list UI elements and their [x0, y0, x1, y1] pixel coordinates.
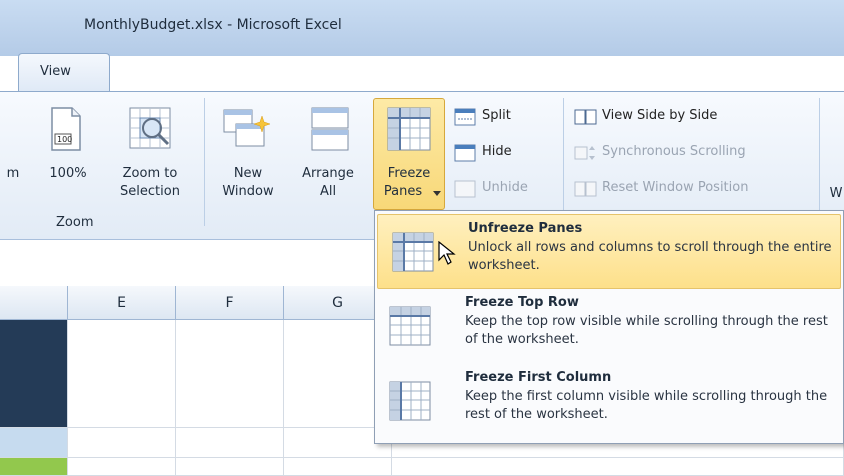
synchronous-scrolling-button: Synchronous Scrolling: [574, 144, 814, 164]
window-title: MonthlyBudget.xlsx - Microsoft Excel: [84, 17, 342, 33]
zoom-to-selection-icon: [129, 107, 171, 149]
split-button[interactable]: Split: [454, 108, 554, 128]
column-header-label: E: [117, 295, 126, 311]
menu-item-description: Keep the first column visible while scro…: [465, 389, 828, 422]
column-header-e[interactable]: E: [68, 286, 176, 320]
hide-icon: [454, 144, 476, 162]
cell-green[interactable]: [0, 458, 68, 476]
freeze-panes-icon: [387, 107, 431, 151]
arrange-all-icon: [311, 107, 349, 151]
new-window-icon: [223, 109, 270, 147]
split-label: Split: [482, 108, 511, 123]
cell-light-blue[interactable]: [0, 428, 68, 458]
arrange-all-label-1[interactable]: Arrange: [290, 166, 366, 182]
cell[interactable]: [284, 458, 392, 476]
column-header-f[interactable]: F: [176, 286, 284, 320]
title-bar: MonthlyBudget.xlsx - Microsoft Excel: [0, 0, 844, 56]
menu-item-title: Freeze First Column: [465, 370, 612, 385]
zoom-group-label: Zoom: [56, 215, 94, 230]
menu-item-title: Unfreeze Panes: [468, 221, 583, 236]
cell[interactable]: [68, 320, 176, 428]
cell[interactable]: [176, 428, 284, 458]
tab-view[interactable]: View: [18, 53, 110, 92]
hide-label: Hide: [482, 144, 512, 159]
zoom-100-button[interactable]: 100%: [48, 166, 88, 182]
freeze-panes-label-2: Panes: [383, 184, 423, 199]
zoom-to-selection-label-2[interactable]: Selection: [110, 184, 190, 200]
menu-item-title: Freeze Top Row: [465, 295, 579, 310]
cell[interactable]: [176, 458, 284, 476]
synchronous-scrolling-label: Synchronous Scrolling: [602, 144, 746, 159]
cell[interactable]: [68, 428, 176, 458]
new-window-label-2[interactable]: Window: [214, 184, 282, 200]
unhide-button: Unhide: [454, 180, 554, 200]
hide-button[interactable]: Hide: [454, 144, 554, 164]
cell[interactable]: [68, 458, 176, 476]
menu-item-description: Unlock all rows and columns to scroll th…: [468, 240, 832, 273]
freeze-top-row-icon: [389, 306, 431, 346]
reset-window-position-button: Reset Window Position: [574, 180, 814, 200]
menu-item-freeze-first-column[interactable]: Freeze First Column Keep the first colum…: [375, 364, 843, 439]
svg-text:100: 100: [57, 135, 72, 144]
ribbon-separator: [819, 98, 820, 226]
view-side-by-side-button[interactable]: View Side by Side: [574, 108, 794, 128]
view-side-by-side-icon: [574, 109, 597, 125]
cell[interactable]: [176, 320, 284, 428]
unhide-icon: [454, 180, 476, 198]
partial-ribbon-label[interactable]: W: [828, 186, 844, 202]
ribbon-separator: [563, 98, 564, 226]
zoom-to-selection-label-1[interactable]: Zoom to: [110, 166, 190, 182]
arrange-all-label-2[interactable]: All: [290, 184, 366, 200]
column-header-label: F: [225, 295, 234, 311]
menu-item-unfreeze-panes[interactable]: Unfreeze Panes Unlock all rows and colum…: [377, 214, 841, 289]
synchronous-scrolling-icon: [574, 146, 595, 160]
ribbon-separator: [204, 98, 205, 226]
zoom-100-icon: 100: [51, 107, 81, 151]
freeze-first-column-icon: [389, 381, 431, 421]
freeze-panes-label-1: Freeze: [387, 166, 431, 181]
cell-dark-header[interactable]: [0, 320, 68, 428]
view-side-by-side-label: View Side by Side: [602, 108, 718, 123]
column-header-partial[interactable]: [0, 286, 68, 320]
menu-item-freeze-top-row[interactable]: Freeze Top Row Keep the top row visible …: [375, 289, 843, 364]
split-icon: [454, 108, 476, 126]
dropdown-arrow-icon: [433, 191, 441, 196]
tab-view-label: View: [40, 64, 71, 79]
cell[interactable]: [392, 458, 844, 476]
mouse-cursor-icon: [438, 241, 456, 265]
unfreeze-panes-icon: [392, 232, 434, 272]
new-window-label-1[interactable]: New: [214, 166, 282, 182]
zoom-button-partial-label[interactable]: m: [0, 166, 26, 182]
freeze-panes-menu: Unfreeze Panes Unlock all rows and colum…: [374, 210, 844, 444]
reset-window-position-icon: [574, 181, 597, 197]
unhide-label: Unhide: [482, 180, 528, 195]
menu-item-description: Keep the top row visible while scrolling…: [465, 314, 828, 347]
reset-window-position-label: Reset Window Position: [602, 180, 749, 195]
